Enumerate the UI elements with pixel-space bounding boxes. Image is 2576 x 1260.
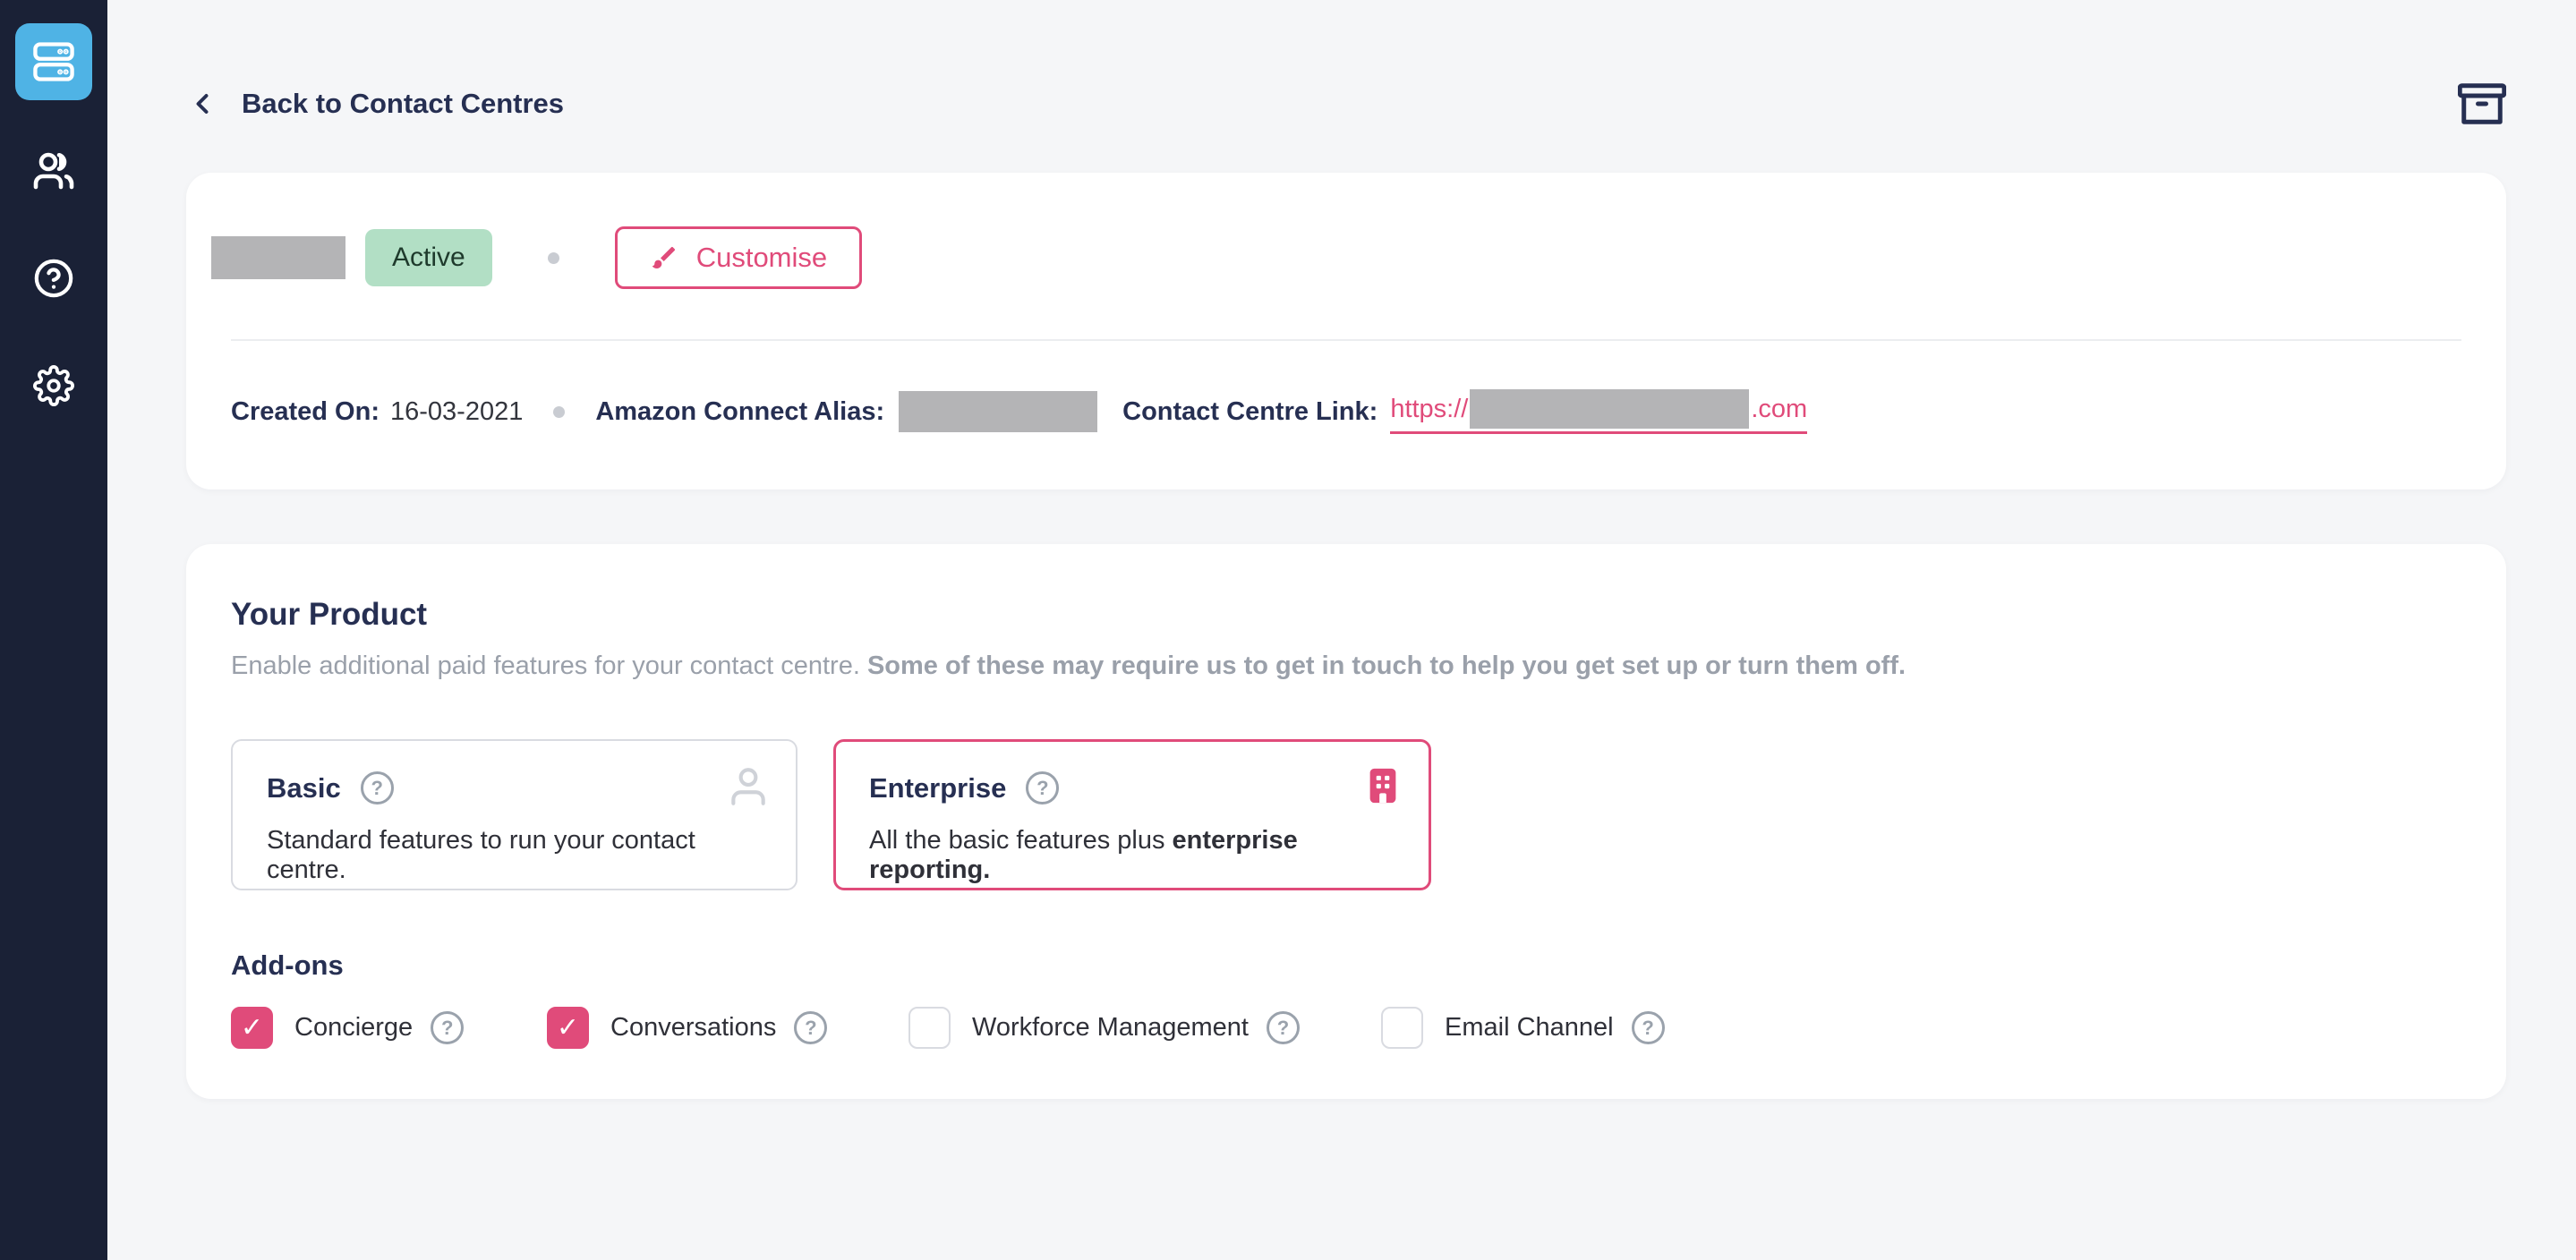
server-stack-icon <box>30 38 77 85</box>
help-tooltip-icon[interactable]: ? <box>1632 1011 1665 1044</box>
building-icon <box>1362 765 1403 806</box>
link-prefix: https:// <box>1390 395 1468 424</box>
check-icon: ✓ <box>557 1015 579 1042</box>
sidebar-item-contact-centres[interactable] <box>32 149 75 192</box>
gear-icon <box>33 365 74 406</box>
addon-workforce-management-label: Workforce Management <box>972 1013 1249 1043</box>
help-tooltip-icon[interactable]: ? <box>431 1011 464 1044</box>
users-icon <box>32 149 75 192</box>
contact-centre-meta-row: Created On: 16-03-2021 Amazon Connect Al… <box>186 389 2506 434</box>
archive-button[interactable] <box>2458 80 2506 128</box>
dot-separator <box>548 252 559 264</box>
dot-separator <box>553 406 565 418</box>
plan-basic-description: Standard features to run your contact ce… <box>267 826 762 885</box>
your-product-card: Your Product Enable additional paid feat… <box>186 544 2506 1099</box>
person-icon <box>726 764 771 809</box>
created-on-value: 16-03-2021 <box>390 397 523 427</box>
redacted-link-middle <box>1470 389 1749 429</box>
back-link[interactable]: Back to Contact Centres <box>186 88 564 120</box>
card-divider <box>231 339 2461 341</box>
paintbrush-icon <box>650 243 678 272</box>
check-icon: ✓ <box>241 1015 263 1042</box>
sidebar-item-help[interactable] <box>32 257 75 300</box>
sidebar <box>0 0 107 1260</box>
plan-basic-description-text: Standard features to run your contact ce… <box>267 826 695 884</box>
addon-concierge: ✓ Concierge ? <box>231 1007 547 1049</box>
plan-enterprise-description: All the basic features plus enterprise r… <box>869 826 1395 885</box>
addon-conversations-label: Conversations <box>610 1013 776 1043</box>
redacted-contact-centre-name <box>211 236 345 279</box>
section-title: Your Product <box>231 594 2461 635</box>
sidebar-nav <box>32 149 75 407</box>
workforce-management-checkbox[interactable]: ✓ <box>908 1007 951 1049</box>
addon-concierge-label: Concierge <box>294 1013 413 1043</box>
help-tooltip-icon[interactable]: ? <box>794 1011 827 1044</box>
help-circle-icon <box>33 258 74 299</box>
addons-title: Add-ons <box>231 948 2461 983</box>
link-suffix: .com <box>1751 395 1807 424</box>
addon-email-channel: ✓ Email Channel ? <box>1381 1007 1665 1049</box>
subtitle-bold: Some of these may require us to get in t… <box>867 651 1906 680</box>
plan-basic[interactable]: Basic ? Standard features to run your co… <box>231 739 798 890</box>
sidebar-item-settings[interactable] <box>32 364 75 407</box>
email-channel-checkbox[interactable]: ✓ <box>1381 1007 1423 1049</box>
addons-row: ✓ Concierge ? ✓ Conversations ? ✓ Workfo… <box>231 1007 2461 1049</box>
customise-button[interactable]: Customise <box>615 226 862 289</box>
conversations-checkbox[interactable]: ✓ <box>547 1007 589 1049</box>
plan-enterprise[interactable]: Enterprise ? All <box>833 739 1431 890</box>
plan-enterprise-description-text: All the basic features plus <box>869 826 1173 855</box>
addon-workforce-management: ✓ Workforce Management ? <box>908 1007 1381 1049</box>
customise-button-label: Customise <box>696 242 827 274</box>
created-on-label: Created On: <box>231 397 380 427</box>
main-content: Back to Contact Centres Active <box>107 0 2576 1260</box>
app-logo[interactable] <box>15 23 92 100</box>
plan-basic-header: Basic ? <box>267 771 762 805</box>
status-badge: Active <box>365 229 492 286</box>
plan-enterprise-header: Enterprise ? <box>869 771 1395 805</box>
plan-basic-name: Basic <box>267 772 341 805</box>
redacted-alias-value <box>899 391 1097 432</box>
contact-centre-link[interactable]: https:// .com <box>1390 389 1807 434</box>
plan-options: Basic ? Standard features to run your co… <box>231 739 2461 890</box>
plan-enterprise-name: Enterprise <box>869 772 1006 805</box>
help-tooltip-icon[interactable]: ? <box>1267 1011 1300 1044</box>
top-bar: Back to Contact Centres <box>186 77 2506 131</box>
amazon-connect-alias-label: Amazon Connect Alias: <box>595 397 884 427</box>
chevron-left-icon <box>186 88 218 120</box>
addon-email-channel-label: Email Channel <box>1445 1013 1614 1043</box>
help-tooltip-icon[interactable]: ? <box>361 771 394 805</box>
subtitle-regular: Enable additional paid features for your… <box>231 651 867 680</box>
concierge-checkbox[interactable]: ✓ <box>231 1007 273 1049</box>
addon-conversations: ✓ Conversations ? <box>547 1007 908 1049</box>
contact-centre-link-label: Contact Centre Link: <box>1122 397 1378 427</box>
contact-centre-header-row: Active Customise <box>186 226 2506 289</box>
contact-centre-card: Active Customise Created On: 16-03-2021 … <box>186 173 2506 490</box>
section-subtitle: Enable additional paid features for your… <box>231 648 2461 684</box>
app-root: Back to Contact Centres Active <box>0 0 2576 1260</box>
archive-box-icon <box>2458 80 2506 128</box>
back-link-label: Back to Contact Centres <box>242 88 564 120</box>
help-tooltip-icon[interactable]: ? <box>1026 771 1059 805</box>
